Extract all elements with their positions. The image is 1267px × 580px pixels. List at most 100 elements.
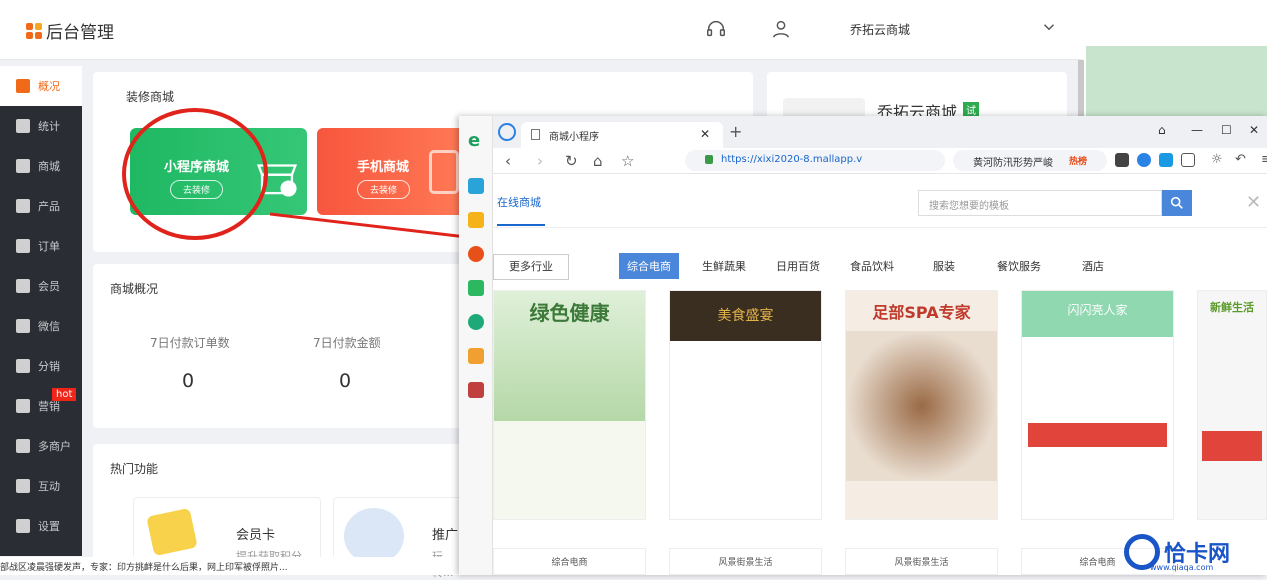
apps-grid-icon[interactable]: [1181, 153, 1195, 167]
sidebar-item-store[interactable]: 商城: [0, 146, 82, 186]
template-thumbnail[interactable]: 新鲜生活: [1197, 290, 1267, 520]
more-industries-button[interactable]: 更多行业: [493, 254, 569, 280]
hot-list[interactable]: 热榜: [1069, 154, 1087, 167]
url-text: https://xixi2020-8.mallapp.v: [721, 154, 863, 165]
wechat-icon: [16, 319, 30, 333]
ie-logo-icon[interactable]: e: [468, 130, 484, 151]
cloud-icon[interactable]: [468, 314, 484, 330]
sidebar-item-members[interactable]: 会员: [0, 266, 82, 306]
extension-icon[interactable]: [1137, 153, 1151, 167]
sidebar-item-distribution[interactable]: 分销: [0, 346, 82, 386]
close-window-button[interactable]: ✕: [1249, 123, 1259, 137]
browser-tab[interactable]: 商城小程序 ✕: [521, 122, 723, 148]
sidebar-item-orders[interactable]: 订单: [0, 226, 82, 266]
nav-bar: ‹ › ↻ ⌂ ☆ https://xixi2020-8.mallapp.v 黄…: [493, 148, 1267, 174]
sidebar-item-stats[interactable]: 统计: [0, 106, 82, 146]
menu-icon[interactable]: ≡: [1261, 152, 1267, 167]
vip-card-icon: [146, 507, 198, 557]
back-icon[interactable]: ‹: [505, 152, 511, 170]
sidebar-item-label: 商城: [38, 160, 60, 173]
template-thumbnail[interactable]: 足部SPA专家: [845, 290, 998, 520]
skin-icon[interactable]: ⌂: [1158, 123, 1166, 137]
sidebar-item-wechat[interactable]: 微信: [0, 306, 82, 346]
maximize-button[interactable]: ☐: [1221, 123, 1232, 137]
new-tab-button[interactable]: +: [729, 122, 742, 141]
site-header: 在线商城 搜索您想要的模板 ✕: [493, 174, 1267, 228]
section-title: 热门功能: [110, 462, 159, 476]
star-icon[interactable]: [468, 212, 484, 228]
store-card: 乔拓云商城 试: [767, 72, 1067, 128]
hot-badge: hot: [52, 388, 77, 401]
refresh-icon[interactable]: ↻: [565, 152, 578, 170]
extension-icon[interactable]: [1115, 153, 1129, 167]
forward-icon[interactable]: ›: [537, 152, 543, 170]
user-icon[interactable]: [770, 18, 792, 40]
template-thumbnail[interactable]: 美食盛宴: [669, 290, 822, 520]
browser-search[interactable]: 黄河防汛形势严峻 热榜: [953, 150, 1107, 171]
close-tab-icon[interactable]: ✕: [700, 127, 710, 141]
template-thumbnail[interactable]: 综合电商: [493, 548, 646, 575]
tab-title: 商城小程序: [549, 132, 599, 143]
mail-icon[interactable]: [468, 280, 484, 296]
sidebar-item-label: 设置: [38, 520, 60, 533]
news-ticker[interactable]: 部战区凌晨强硬发声，专家：印方挑衅是什么后果，网上印军被俘照片...: [0, 557, 460, 575]
category-tab[interactable]: 服装: [933, 258, 955, 274]
home-icon[interactable]: ⌂: [593, 152, 603, 170]
category-tab[interactable]: 食品饮料: [850, 258, 894, 274]
thumb-banner: [1028, 423, 1167, 447]
category-tab[interactable]: 综合电商: [619, 253, 679, 279]
sidebar-item-label: 微信: [38, 320, 60, 333]
promo-icon: [344, 508, 404, 564]
thumb-body: [670, 341, 821, 519]
sidebar: 概况 统计 商城 产品 订单 会员 微信 分销 营销 hot 多商户 互动 设置: [0, 66, 82, 556]
tab-online-store[interactable]: 在线商城: [497, 194, 545, 226]
category-tab[interactable]: 生鲜蔬果: [702, 258, 746, 274]
stat-label: 7日付款金额: [313, 336, 381, 350]
sidebar-item-products[interactable]: 产品: [0, 186, 82, 226]
store-icon: [16, 159, 30, 173]
sidebar-item-marketing[interactable]: 营销 hot: [0, 386, 82, 426]
sidebar-item-merchants[interactable]: 多商户: [0, 426, 82, 466]
bookmark-star-icon[interactable]: ☆: [621, 152, 634, 170]
browser-sidebar: e: [459, 116, 493, 575]
gear-icon: [16, 519, 30, 533]
template-thumbnail[interactable]: 绿色健康: [493, 290, 646, 520]
template-thumbnail[interactable]: 风景街景生活: [845, 548, 998, 575]
undo-icon[interactable]: ↶: [1235, 152, 1246, 167]
thumb-headline: 新鲜生活: [1210, 301, 1254, 314]
sidebar-item-label: 互动: [38, 480, 60, 493]
template-thumbnail[interactable]: 闪闪亮人家: [1021, 290, 1174, 520]
weibo-icon[interactable]: [468, 246, 484, 262]
address-bar[interactable]: https://xixi2020-8.mallapp.v: [685, 150, 945, 171]
category-tab[interactable]: 餐饮服务: [997, 258, 1041, 274]
lock-icon: [705, 155, 713, 164]
close-icon[interactable]: ✕: [1246, 192, 1261, 213]
sidebar-item-interaction[interactable]: 互动: [0, 466, 82, 506]
extension-icon[interactable]: [1159, 153, 1173, 167]
stat-value: 0: [339, 370, 352, 392]
brightness-icon[interactable]: ☼: [1211, 152, 1223, 167]
chevron-down-icon[interactable]: [1040, 18, 1058, 36]
app-title: 后台管理: [46, 23, 114, 43]
flag-icon: [16, 399, 30, 413]
navigate-icon[interactable]: [498, 123, 516, 141]
store-selector[interactable]: 乔拓云商城: [850, 21, 910, 38]
thumb-headline: 闪闪亮人家: [1022, 291, 1173, 337]
minimize-button[interactable]: —: [1191, 123, 1203, 137]
thumb-headline: 绿色健康: [494, 291, 645, 421]
avatar-icon[interactable]: [468, 382, 484, 398]
headset-icon[interactable]: [705, 18, 727, 40]
decorate-button[interactable]: 去装修: [357, 180, 411, 199]
search-button[interactable]: [1162, 190, 1192, 216]
category-tab[interactable]: 酒店: [1082, 258, 1104, 274]
app-icon[interactable]: [468, 178, 484, 194]
logo[interactable]: 后台管理: [26, 18, 114, 43]
annotation-circle: [122, 108, 268, 240]
sidebar-item-label: 会员: [38, 280, 60, 293]
template-search-input[interactable]: 搜索您想要的模板: [918, 190, 1162, 216]
game-icon[interactable]: [468, 348, 484, 364]
template-thumbnail[interactable]: 风景街景生活: [669, 548, 822, 575]
category-tab[interactable]: 日用百货: [776, 258, 820, 274]
sidebar-item-overview[interactable]: 概况: [0, 66, 82, 106]
sidebar-item-settings[interactable]: 设置: [0, 506, 82, 546]
